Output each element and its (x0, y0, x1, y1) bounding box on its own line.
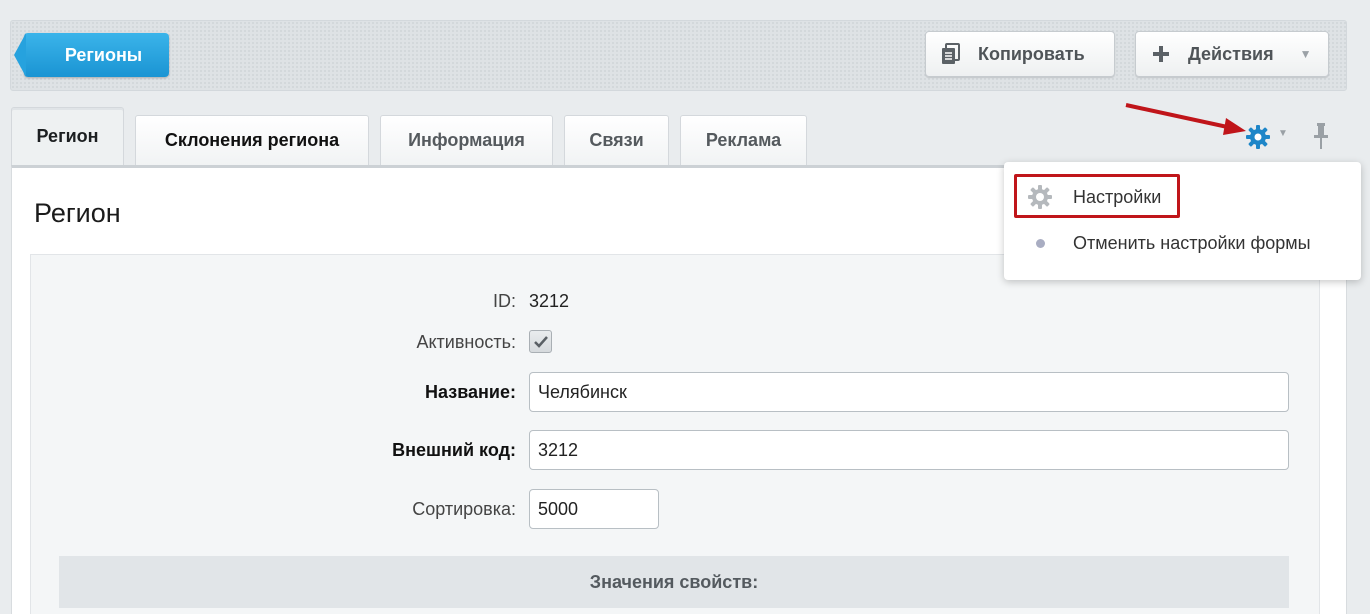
annotation-arrow (1125, 103, 1246, 135)
tab-information[interactable]: Информация (380, 115, 553, 165)
tab-label: Связи (589, 130, 644, 150)
tab-label: Склонения региона (164, 130, 340, 150)
tab-label: Реклама (705, 130, 782, 150)
name-input[interactable] (529, 372, 1289, 412)
tab-label: Информация (408, 130, 525, 150)
sort-input[interactable] (529, 489, 659, 529)
section-title: Регион (34, 198, 121, 228)
form-settings-gear-icon[interactable] (1245, 124, 1271, 150)
menu-item-label: Отменить настройки формы (1073, 232, 1311, 253)
checkmark-icon (534, 336, 548, 348)
tab-links[interactable]: Связи (564, 115, 669, 165)
id-value: 3212 (529, 291, 570, 311)
gear-chevron-down-icon[interactable]: ▼ (1278, 128, 1288, 139)
chevron-down-icon: ▼ (1299, 47, 1312, 61)
name-label: Название: (425, 382, 516, 402)
ext-code-input[interactable] (529, 430, 1289, 470)
sort-label: Сортировка: (412, 499, 516, 519)
active-label: Активность: (416, 332, 516, 352)
tab-region[interactable]: Регион (11, 107, 124, 165)
menu-item-reset-form-settings[interactable]: Отменить настройки формы (1004, 222, 1361, 264)
back-button-label: Регионы (64, 44, 143, 65)
dot-icon (1036, 238, 1045, 248)
ext-code-label: Внешний код: (392, 440, 516, 460)
properties-header: Значения свойств: (59, 556, 1289, 608)
back-button-regions[interactable]: Регионы (14, 33, 169, 77)
id-label: ID: (492, 291, 516, 311)
copy-button[interactable]: Копировать (925, 31, 1115, 77)
tab-declensions[interactable]: Склонения региона (135, 115, 369, 165)
annotation-highlight-box (1014, 174, 1180, 218)
copy-button-label: Копировать (978, 43, 1085, 64)
tab-advertising[interactable]: Реклама (680, 115, 807, 165)
actions-button-label: Действия (1188, 43, 1274, 64)
active-checkbox[interactable] (529, 330, 552, 353)
properties-header-label: Значения свойств: (589, 571, 759, 592)
copy-icon (940, 43, 962, 65)
tab-label: Регион (36, 126, 99, 146)
pin-icon[interactable] (1310, 122, 1332, 150)
actions-button[interactable]: Действия ▼ (1135, 31, 1329, 77)
plus-icon (1150, 43, 1172, 65)
